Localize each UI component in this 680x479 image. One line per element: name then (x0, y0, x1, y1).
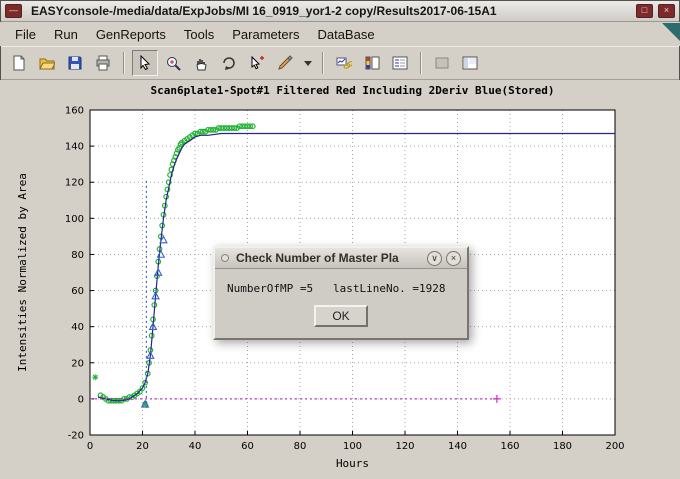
menu-item-file[interactable]: File (6, 24, 45, 45)
toolbar-separator (123, 52, 125, 74)
open-folder-icon (39, 55, 55, 71)
window-menu-button[interactable]: — (5, 4, 22, 18)
brush-dropdown-button[interactable] (300, 50, 315, 76)
x-tick-label: 200 (605, 441, 624, 452)
close-button[interactable]: × (658, 4, 675, 18)
insert-colorbar-icon (364, 55, 380, 71)
menubar: FileRunGenReportsToolsParametersDataBase (0, 22, 680, 46)
x-tick-label: 60 (241, 441, 254, 452)
rotate-3d-icon (221, 55, 237, 71)
y-tick-label: 60 (71, 286, 84, 297)
edit-plot-arrow-icon (137, 55, 153, 71)
rotate-3d-button[interactable] (216, 50, 242, 76)
y-tick-label: 0 (78, 394, 84, 405)
chart-title: Scan6plate1-Spot#1 Filtered Red Includin… (151, 84, 555, 97)
x-tick-label: 160 (500, 441, 519, 452)
toolbar-separator (420, 52, 422, 74)
new-file-button[interactable] (6, 50, 32, 76)
show-plot-tools-icon (462, 55, 478, 71)
zoom-in-button[interactable] (160, 50, 186, 76)
x-tick-label: 180 (553, 441, 572, 452)
application-window: { "window": { "title": "EASYconsole-/med… (0, 0, 680, 479)
brush-button[interactable] (272, 50, 298, 76)
menu-item-parameters[interactable]: Parameters (223, 24, 308, 45)
y-tick-label: 160 (65, 106, 84, 117)
y-tick-label: 40 (71, 322, 84, 333)
maximize-button[interactable]: □ (636, 4, 653, 18)
dialog-check-number-of-master-plates: Check Number of Master Pla ∨ × NumberOfM… (213, 246, 469, 340)
print-icon (95, 55, 111, 71)
y-tick-label: 100 (65, 214, 84, 225)
y-tick-label: -20 (68, 431, 84, 442)
print-button[interactable] (90, 50, 116, 76)
insert-colorbar-button[interactable] (359, 50, 385, 76)
y-tick-label: 120 (65, 178, 84, 189)
x-tick-label: 140 (448, 441, 467, 452)
toolbar (0, 46, 680, 80)
menu-item-genreports[interactable]: GenReports (87, 24, 175, 45)
dialog-body: NumberOfMP =5 lastLineNo. =1928 OK (215, 269, 467, 333)
y-tick-label: 80 (71, 250, 84, 261)
show-plot-tools-button[interactable] (457, 50, 483, 76)
dialog-title: Check Number of Master Pla (236, 251, 423, 265)
hide-plot-tools-icon (434, 55, 450, 71)
insert-legend-icon (392, 55, 408, 71)
zoom-in-icon (165, 55, 181, 71)
brush-dropdown-icon (300, 55, 316, 71)
menubar-corner-decoration (662, 23, 680, 41)
x-tick-label: 0 (87, 441, 93, 452)
y-axis-label: Intensities Normalized by Area (16, 173, 29, 372)
new-file-icon (11, 55, 27, 71)
x-axis-label: Hours (336, 457, 369, 470)
menu-item-run[interactable]: Run (45, 24, 87, 45)
pan-hand-button[interactable] (188, 50, 214, 76)
chart-region: 020406080100120140160180200-200204060801… (0, 80, 680, 479)
pan-hand-icon (193, 55, 209, 71)
data-cursor-icon (249, 55, 265, 71)
link-plot-icon (336, 55, 352, 71)
y-tick-label: 20 (71, 358, 84, 369)
x-tick-label: 120 (395, 441, 414, 452)
hide-plot-tools-button[interactable] (429, 50, 455, 76)
dialog-titlebar[interactable]: Check Number of Master Pla ∨ × (215, 248, 467, 269)
toolbar-separator (322, 52, 324, 74)
x-tick-label: 80 (294, 441, 307, 452)
x-tick-label: 40 (189, 441, 202, 452)
edit-plot-arrow-button[interactable] (132, 50, 158, 76)
insert-legend-button[interactable] (387, 50, 413, 76)
x-tick-label: 100 (343, 441, 362, 452)
dialog-message: NumberOfMP =5 lastLineNo. =1928 (227, 282, 455, 295)
menu-item-tools[interactable]: Tools (175, 24, 223, 45)
x-tick-label: 20 (136, 441, 149, 452)
dialog-close-button[interactable]: × (446, 251, 461, 266)
dialog-ok-button[interactable]: OK (314, 305, 367, 327)
dialog-window-menu-icon[interactable] (221, 254, 229, 262)
data-cursor-button[interactable] (244, 50, 270, 76)
brush-icon (277, 55, 293, 71)
open-folder-button[interactable] (34, 50, 60, 76)
menu-item-database[interactable]: DataBase (308, 24, 383, 45)
window-titlebar[interactable]: — EASYconsole-/media/data/ExpJobs/MI 16_… (0, 0, 680, 22)
window-title: EASYconsole-/media/data/ExpJobs/MI 16_09… (31, 4, 636, 18)
save-icon (67, 55, 83, 71)
link-plot-button[interactable] (331, 50, 357, 76)
menubar-items: FileRunGenReportsToolsParametersDataBase (6, 24, 384, 45)
dialog-shade-button[interactable]: ∨ (427, 251, 442, 266)
save-button[interactable] (62, 50, 88, 76)
y-tick-label: 140 (65, 142, 84, 153)
